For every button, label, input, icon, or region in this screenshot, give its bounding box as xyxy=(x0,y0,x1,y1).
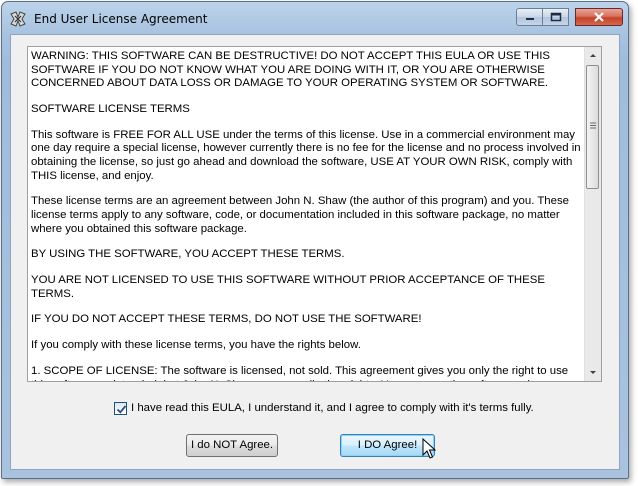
title-bar[interactable]: End User License Agreement xyxy=(2,2,628,34)
license-paragraph: WARNING: THIS SOFTWARE CAN BE DESTRUCTIV… xyxy=(31,50,550,90)
eula-window: End User License Agreement WARNING: THIS… xyxy=(1,1,629,479)
scroll-up-button[interactable] xyxy=(585,47,601,64)
license-paragraph: YOU ARE NOT LICENSED TO USE THIS SOFTWAR… xyxy=(31,274,545,300)
scroll-down-button[interactable] xyxy=(585,364,601,381)
minimize-icon xyxy=(525,18,534,20)
vertical-scrollbar[interactable] xyxy=(584,47,601,381)
agree-checkbox-label[interactable]: I have read this EULA, I understand it, … xyxy=(131,402,534,414)
chevron-down-icon xyxy=(590,371,596,374)
license-paragraph: BY USING THE SOFTWARE, YOU ACCEPT THESE … xyxy=(31,248,345,261)
close-icon xyxy=(594,12,604,22)
minimize-button[interactable] xyxy=(516,8,543,26)
grip-icon xyxy=(590,122,596,129)
scrollbar-thumb[interactable] xyxy=(586,65,599,189)
license-paragraph: If you comply with these license terms, … xyxy=(31,339,361,352)
not-agree-button[interactable]: I do NOT Agree. xyxy=(186,434,278,457)
mouse-cursor-icon xyxy=(422,438,436,459)
license-paragraph: This software is FREE FOR ALL USE under … xyxy=(31,128,581,182)
license-paragraph: These license terms are an agreement bet… xyxy=(31,195,569,235)
license-textbox[interactable]: WARNING: THIS SOFTWARE CAN BE DESTRUCTIV… xyxy=(27,46,602,382)
license-paragraph: 1. SCOPE OF LICENSE: The software is lic… xyxy=(31,365,569,381)
agree-checkbox[interactable] xyxy=(114,402,127,415)
chevron-up-icon xyxy=(590,54,596,57)
eula-app-icon xyxy=(10,11,28,27)
license-text: WARNING: THIS SOFTWARE CAN BE DESTRUCTIV… xyxy=(31,50,584,381)
license-paragraph: SOFTWARE LICENSE TERMS xyxy=(31,102,190,115)
license-paragraph: IF YOU DO NOT ACCEPT THESE TERMS, DO NOT… xyxy=(31,313,422,326)
close-button[interactable] xyxy=(575,8,623,26)
maximize-button[interactable] xyxy=(542,8,569,26)
maximize-icon xyxy=(550,12,561,22)
checkmark-icon xyxy=(116,405,127,414)
dialog-client-area: WARNING: THIS SOFTWARE CAN BE DESTRUCTIV… xyxy=(10,34,620,470)
window-title: End User License Agreement xyxy=(34,12,208,26)
agree-button[interactable]: I DO Agree! xyxy=(340,434,435,457)
